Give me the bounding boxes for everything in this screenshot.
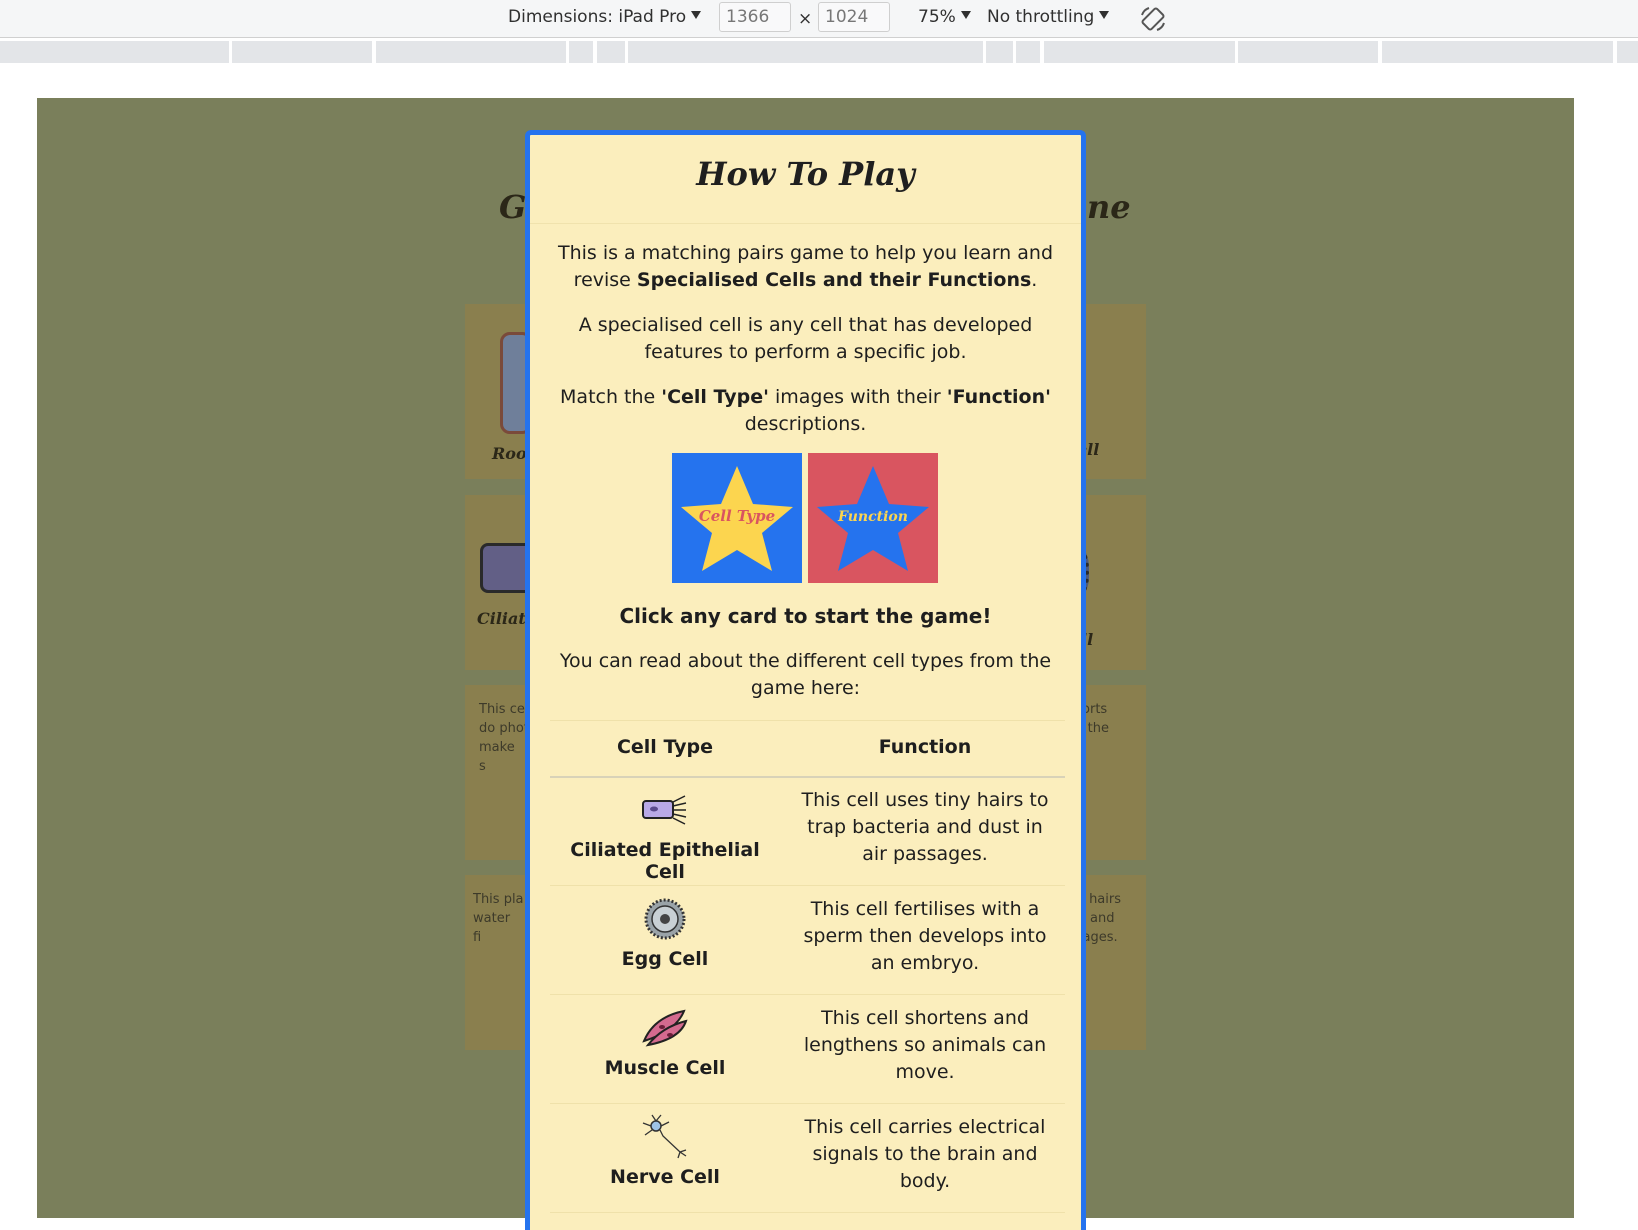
media-query-ruler[interactable] <box>0 38 1638 65</box>
throttling-dropdown[interactable]: No throttling <box>987 7 1110 27</box>
divider <box>530 223 1081 224</box>
table-row: Muscle Cell This cell shortens and lengt… <box>550 995 1065 1104</box>
table-header: Cell Type Function <box>550 720 1065 778</box>
height-input[interactable]: 1024 <box>818 2 890 32</box>
cell-function: This cell carries electrical signals to … <box>804 1116 1046 1192</box>
cell-function: This cell shortens and lengthens so anim… <box>803 1007 1047 1083</box>
chevron-down-icon <box>1099 11 1110 19</box>
read-more-text: You can read about the different cell ty… <box>559 650 1052 699</box>
chevron-down-icon <box>960 11 971 19</box>
function-card: Function <box>808 453 938 583</box>
definition-text: A specialised cell is any cell that has … <box>578 314 1033 363</box>
nerve-cell-icon <box>642 1114 687 1159</box>
modal-title: How To Play <box>696 155 915 193</box>
cell-function: This cell fertilises with a sperm then d… <box>803 898 1047 974</box>
device-dimensions-dropdown[interactable]: Dimensions: iPad Pro <box>508 7 702 27</box>
table-row: Ciliated Epithelial Cell This cell uses … <box>550 777 1065 886</box>
intro-text: This is a matching pairs game to help yo… <box>557 242 1054 291</box>
cell-name: Egg Cell <box>621 948 709 970</box>
table-row: Egg Cell This cell fertilises with a spe… <box>550 886 1065 995</box>
background-title-right: ne <box>1087 188 1131 226</box>
cell-name: Ciliated Epithelial Cell <box>570 839 760 883</box>
rotate-icon[interactable] <box>1139 5 1167 33</box>
cell-name: Nerve Cell <box>610 1166 720 1188</box>
cell-name: Muscle Cell <box>604 1057 726 1079</box>
chevron-down-icon <box>691 11 702 19</box>
table-row: Nerve Cell This cell carries electrical … <box>550 1104 1065 1213</box>
function-card-label: Function <box>837 509 908 525</box>
background-title-left: G <box>499 188 527 226</box>
cell-type-card-label: Cell Type <box>699 507 775 525</box>
how-to-play-modal: How To Play This is a matching pairs gam… <box>525 130 1086 1230</box>
cell-type-card: Cell Type <box>672 453 802 583</box>
ciliated-cell-icon <box>642 795 687 825</box>
devtools-toolbar: Dimensions: iPad Pro 1366 × 1024 75% No … <box>0 0 1638 38</box>
start-instruction: Click any card to start the game! <box>619 604 992 628</box>
header-cell-type: Cell Type <box>616 736 714 758</box>
throttling-label: No throttling <box>987 7 1095 27</box>
muscle-cell-icon <box>642 1009 688 1047</box>
zoom-label: 75% <box>918 7 956 27</box>
egg-cell-icon <box>644 898 686 940</box>
times-sign: × <box>798 9 813 29</box>
background-card-text: This ce do phot make s <box>479 702 529 774</box>
header-function: Function <box>878 736 972 758</box>
match-instructions: Match the 'Cell Type' images with their … <box>560 386 1051 435</box>
zoom-dropdown[interactable]: 75% <box>918 7 971 27</box>
cell-function: This cell uses tiny hairs to trap bacter… <box>801 789 1049 865</box>
device-dimensions-label: Dimensions: iPad Pro <box>508 7 687 27</box>
width-input[interactable]: 1366 <box>719 2 791 32</box>
background-card-text: This pla water fi <box>473 892 524 945</box>
